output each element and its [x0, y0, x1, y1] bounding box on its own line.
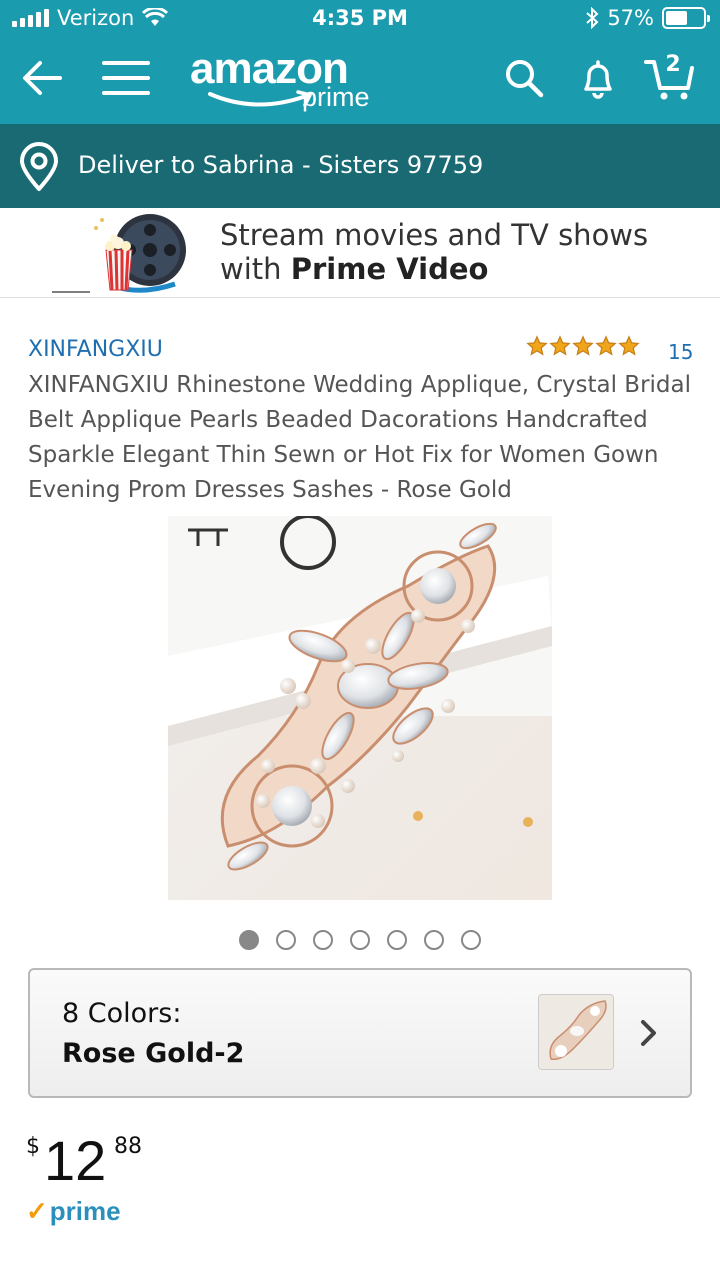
status-bar: Verizon 4:35 PM 57% [0, 0, 720, 40]
top-nav: amazon prime 2 [0, 40, 720, 124]
star-icon [526, 335, 548, 356]
color-selector[interactable]: 8 Colors: Rose Gold-2 [28, 968, 692, 1098]
cart-count-badge: 2 [665, 52, 681, 77]
applique-photo [168, 516, 552, 900]
search-icon [506, 60, 544, 98]
battery-fill [666, 11, 687, 25]
carousel-dot[interactable] [276, 930, 296, 950]
carousel-dot[interactable] [350, 930, 370, 950]
search-button[interactable] [496, 50, 552, 106]
selected-color: Rose Gold-2 [62, 1038, 245, 1069]
deliver-to-text: Deliver to Sabrina - Sisters 97759 [78, 151, 484, 179]
prime-check-icon: ✓ [26, 1196, 48, 1226]
status-right: 57% [585, 6, 710, 30]
swatch-image [539, 995, 613, 1069]
review-count-link[interactable]: 15 [668, 340, 693, 364]
product-title: XINFANGXIU Rhinestone Wedding Applique, … [28, 372, 692, 503]
brand-link[interactable]: XINFANGXIU [28, 337, 163, 362]
smile-arrow-icon [208, 90, 312, 107]
price-whole: 12 [44, 1129, 107, 1192]
carousel-dot[interactable] [387, 930, 407, 950]
deliver-to-bar[interactable]: Deliver to Sabrina - Sisters 97759 [0, 124, 720, 208]
banner-line-2: with Prime Video [220, 252, 488, 286]
film-reel-popcorn-icon [52, 214, 186, 293]
banner-line-2-prefix: with [220, 252, 291, 286]
star-icon [572, 335, 594, 356]
amazon-prime-logo[interactable]: amazon prime [188, 44, 388, 116]
prime-badge: ✓prime [26, 1196, 121, 1227]
color-swatch-thumbnail [538, 994, 614, 1070]
back-arrow-icon [23, 61, 62, 95]
image-carousel-dots[interactable] [0, 930, 720, 950]
menu-button[interactable] [98, 50, 154, 106]
bluetooth-icon [586, 7, 599, 29]
banner-line-2-bold: Prime Video [290, 252, 489, 286]
battery-icon [662, 7, 710, 29]
menu-icon [102, 61, 150, 95]
price-currency: $ [26, 1134, 40, 1159]
prime-badge-text: prime [49, 1196, 121, 1226]
carousel-dot[interactable] [424, 930, 444, 950]
cart-button[interactable]: 2 [642, 50, 698, 106]
chevron-right-icon [641, 1020, 656, 1046]
back-button[interactable] [14, 50, 70, 106]
star-icon [549, 335, 571, 356]
banner-line-1: Stream movies and TV shows [220, 218, 649, 252]
price-fraction: 88 [114, 1134, 142, 1159]
product-image[interactable] [168, 516, 552, 900]
notifications-button[interactable] [570, 50, 626, 106]
carousel-dot[interactable] [239, 930, 259, 950]
bell-icon [584, 60, 612, 99]
carousel-dot[interactable] [461, 930, 481, 950]
battery-percent: 57% [607, 6, 654, 30]
star-icon [595, 335, 617, 356]
logo-prime: prime [302, 82, 370, 112]
colors-count-label: 8 Colors: [62, 998, 182, 1029]
carousel-dot[interactable] [313, 930, 333, 950]
rating-stars[interactable] [526, 335, 640, 357]
prime-video-banner[interactable]: Stream movies and TV shows with Prime Vi… [0, 208, 720, 298]
location-pin-icon [20, 142, 58, 191]
star-icon [618, 335, 640, 356]
